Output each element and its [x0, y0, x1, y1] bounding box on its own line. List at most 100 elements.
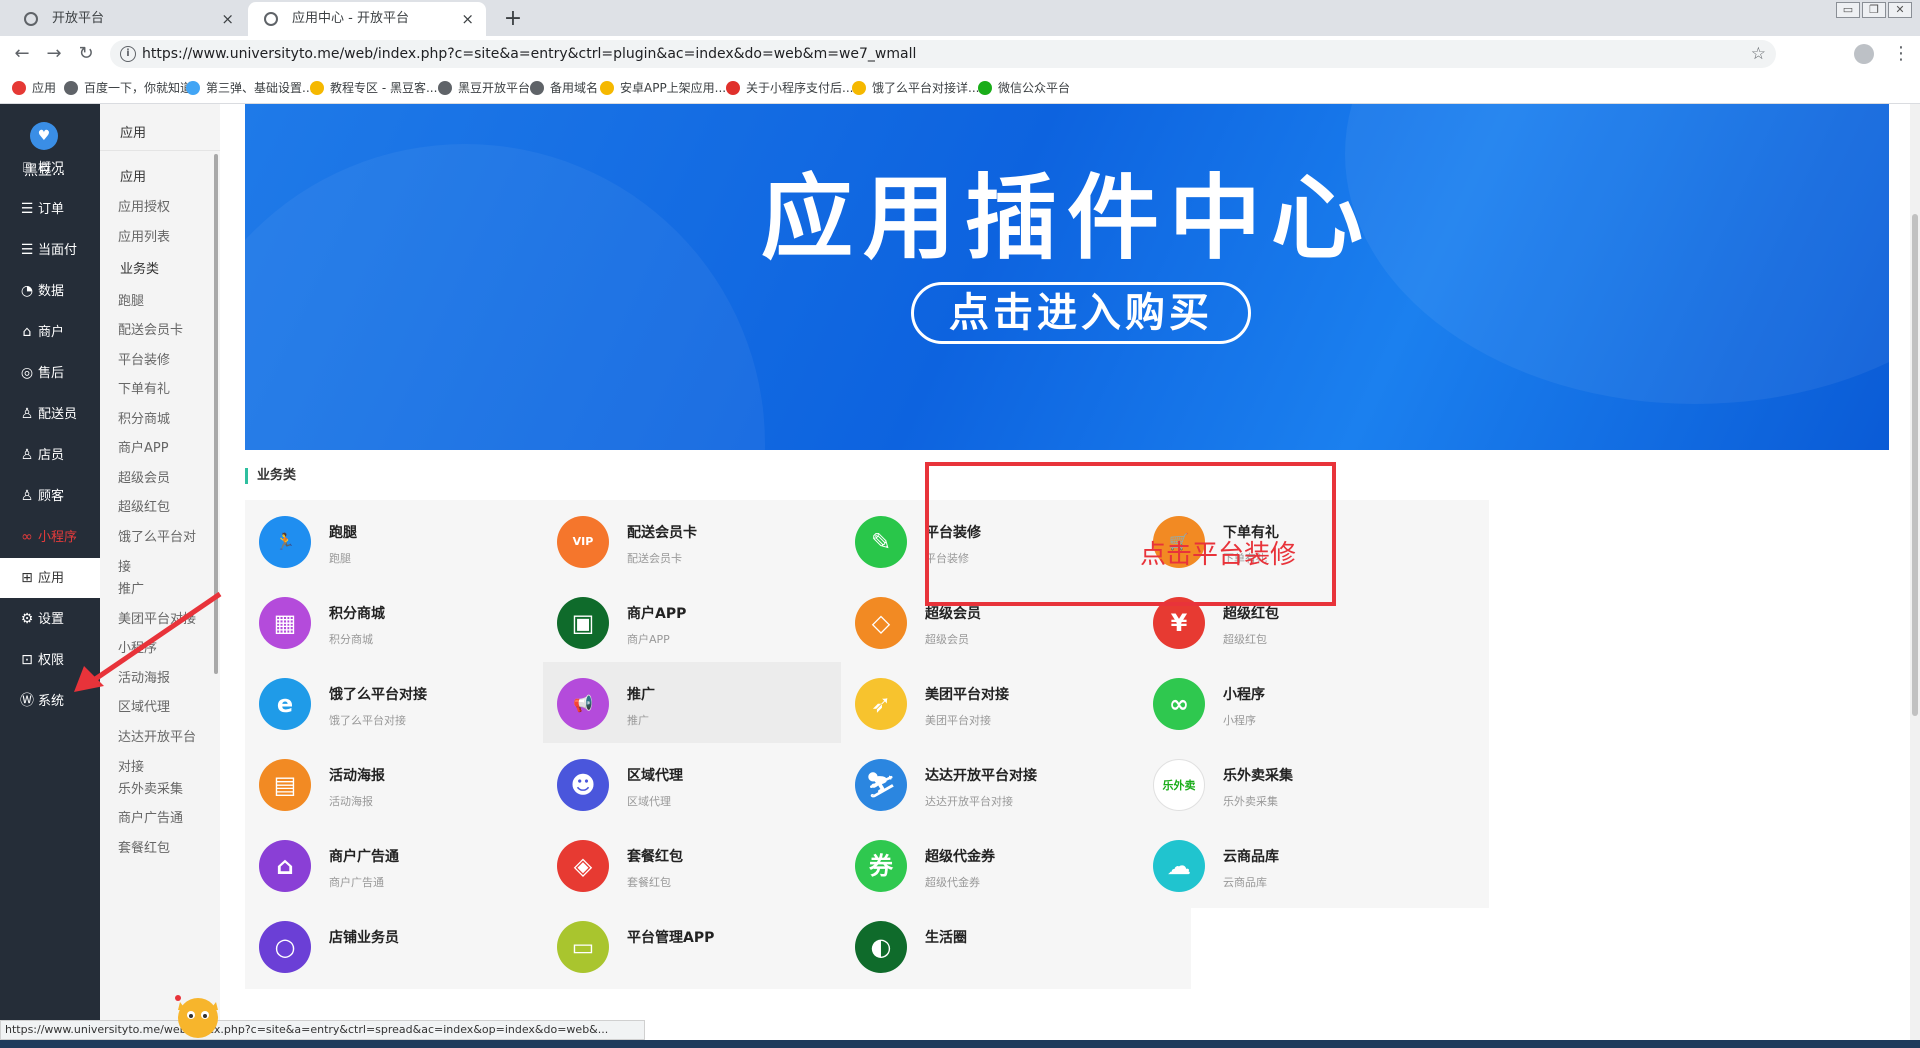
miniapp-icon: ∞	[21, 529, 33, 545]
address-bar[interactable]: i https://www.universityto.me/web/index.…	[110, 40, 1776, 68]
trophy-icon	[600, 81, 614, 95]
brand-logo-icon[interactable]: ♥	[30, 122, 58, 150]
plugin-name: 平台管理APP	[627, 930, 715, 946]
browser-tab-bar: 开放平台 × 应用中心 - 开放平台 × + ▭ ❐ ✕	[0, 0, 1920, 36]
sidebar-item-label: 售后	[38, 366, 65, 381]
globe-icon	[24, 12, 38, 26]
scrollbar-thumb[interactable]	[1912, 214, 1918, 716]
reload-button[interactable]: ↻	[74, 42, 98, 66]
dashboard-icon: ⌸	[22, 160, 32, 176]
new-tab-button[interactable]: +	[498, 4, 528, 34]
bookmark-item[interactable]: 安卓APP上架应用...	[600, 72, 726, 104]
submenu-item[interactable]: 跑腿	[118, 290, 144, 309]
main-scrollbar[interactable]	[1910, 104, 1920, 1048]
browser-tab-1[interactable]: 开放平台 ×	[8, 2, 246, 36]
bookmark-item[interactable]: 备用域名	[530, 72, 598, 104]
plugin-name: 云商品库	[1223, 849, 1279, 865]
bookmark-item[interactable]: 微信公众平台	[978, 72, 1070, 104]
sidebar-item-miniapp[interactable]: ∞ 小程序	[0, 517, 100, 557]
submenu-item[interactable]: 平台装修	[118, 349, 170, 368]
submenu-item[interactable]: 对接	[118, 756, 144, 775]
cloud-icon	[186, 81, 200, 95]
plugin-card[interactable]: 乐外卖 乐外卖采集 乐外卖采集	[1139, 743, 1489, 827]
sidebar-item-store[interactable]: ⌂ 商户	[0, 312, 100, 352]
submenu-item[interactable]: 达达开放平台	[118, 726, 196, 745]
plugin-name: 活动海报	[329, 768, 385, 784]
sidebar-item-order[interactable]: ☰ 订单	[0, 189, 100, 229]
close-tab-icon[interactable]: ×	[221, 2, 234, 36]
bookmark-item[interactable]: 教程专区 - 黑豆客...	[310, 72, 437, 104]
plugin-name: 商户APP	[627, 606, 687, 622]
submenu-item[interactable]: 乐外卖采集	[118, 778, 183, 797]
sidebar-item-service[interactable]: ◎ 售后	[0, 353, 100, 393]
bookmark-item[interactable]: 应用	[12, 72, 56, 104]
minimize-button[interactable]: ▭	[1836, 2, 1860, 18]
sidebar-item-dashboard[interactable]: ⌸ 概况	[0, 148, 100, 188]
sidebar-item-label: 小程序	[38, 530, 78, 545]
sidebar-item-customer[interactable]: ♙ 顾客	[0, 476, 100, 516]
submenu-title: 应用	[120, 126, 147, 141]
back-button[interactable]: ←	[10, 42, 34, 66]
order-icon: ☰	[20, 201, 34, 217]
plugin-card[interactable]: ☁ 云商品库 云商品库	[1139, 824, 1489, 908]
plugin-desc: 活动海报	[329, 795, 373, 808]
buy-now-button[interactable]: 点击进入购买	[911, 282, 1251, 344]
submenu-item[interactable]: 配送会员卡	[118, 319, 183, 338]
sidebar-item-courier[interactable]: ♙ 配送员	[0, 394, 100, 434]
restore-button[interactable]: ❐	[1862, 2, 1886, 18]
submenu-item[interactable]: 饿了么平台对	[118, 526, 196, 545]
close-window-button[interactable]: ✕	[1888, 2, 1912, 18]
submenu-item[interactable]: 商户APP	[118, 437, 169, 456]
submenu-item[interactable]: 应用授权	[118, 196, 170, 215]
browser-tab-2-active[interactable]: 应用中心 - 开放平台 ×	[248, 2, 486, 36]
submenu-item[interactable]: 超级红包	[118, 496, 170, 515]
plugin-card[interactable]: ∞ 小程序 小程序	[1139, 662, 1489, 746]
submenu-item[interactable]: 区域代理	[118, 696, 170, 715]
submenu-item[interactable]: 下单有礼	[118, 378, 170, 397]
sidebar-item-pay[interactable]: ☰ 当面付	[0, 230, 100, 270]
plugin-name: 推广	[627, 687, 655, 703]
bookmark-item[interactable]: 黑豆开放平台	[438, 72, 530, 104]
globe-icon	[264, 12, 278, 26]
main-sidebar: ♥ 黑豆... ⌸ 概况 ☰ 订单 ☰ 当面付 ◔ 数据 ⌂ 商户 ◎ 售后 ♙ 配送员 ♙ 店员 ♙ 顾客 ∞ 小程…	[0, 104, 100, 1048]
bookmark-star-icon[interactable]: ☆	[1751, 40, 1766, 68]
info-icon[interactable]: i	[120, 46, 136, 62]
grid-icon: ▣	[557, 597, 609, 649]
bookmark-item[interactable]: 第三弹、基础设置...	[186, 72, 313, 104]
plugin-desc: 美团平台对接	[925, 714, 991, 727]
bookmark-item[interactable]: 饿了么平台对接详...	[852, 72, 979, 104]
forward-button[interactable]: →	[42, 42, 66, 66]
bookmark-label: 应用	[32, 81, 57, 95]
diamond-icon: ◇	[855, 597, 907, 649]
url-text[interactable]: https://www.universityto.me/web/index.ph…	[142, 40, 916, 68]
bookmark-label: 教程专区 - 黑豆客...	[330, 81, 438, 95]
bookmarks-bar: 应用 百度一下，你就知道 第三弹、基础设置... 教程专区 - 黑豆客... 黑豆开放平…	[0, 72, 1920, 104]
sidebar-item-clerk[interactable]: ♙ 店员	[0, 435, 100, 475]
bookmark-label: 第三弹、基础设置...	[206, 81, 314, 95]
submenu-item[interactable]: 应用列表	[118, 226, 170, 245]
submenu-item[interactable]: 积分商城	[118, 408, 170, 427]
window-controls: ▭ ❐ ✕	[1836, 2, 1912, 18]
close-tab-icon[interactable]: ×	[461, 2, 474, 36]
plugin-desc: 配送会员卡	[627, 552, 682, 565]
plugin-desc: 超级会员	[925, 633, 969, 646]
submenu-item[interactable]: 超级会员	[118, 467, 170, 486]
submenu-item[interactable]: 套餐红包	[118, 837, 170, 856]
bookmark-item[interactable]: 关于小程序支付后...	[726, 72, 853, 104]
bookmark-item[interactable]: 百度一下，你就知道	[64, 72, 192, 104]
sidebar-item-chart[interactable]: ◔ 数据	[0, 271, 100, 311]
plugin-center-banner[interactable]: 应用插件中心 点击进入购买	[245, 104, 1889, 450]
plugin-desc: 超级红包	[1223, 633, 1267, 646]
submenu-item[interactable]: 接	[118, 556, 131, 575]
run-icon: 🏃	[259, 516, 311, 568]
plugin-desc: 推广	[627, 714, 649, 727]
status-bar-url: https://www.universityto.me/web/index.ph…	[0, 1020, 645, 1040]
plugin-card[interactable]: ◐ 生活圈	[841, 905, 1191, 989]
plugin-desc: 云商品库	[1223, 876, 1267, 889]
profile-avatar[interactable]	[1854, 44, 1874, 64]
browser-menu-icon[interactable]: ⋮	[1892, 40, 1910, 68]
apps-icon	[12, 81, 26, 95]
submenu-item[interactable]: 商户广告通	[118, 807, 183, 826]
plugin-desc: 乐外卖采集	[1223, 795, 1278, 808]
plugin-desc: 积分商城	[329, 633, 373, 646]
